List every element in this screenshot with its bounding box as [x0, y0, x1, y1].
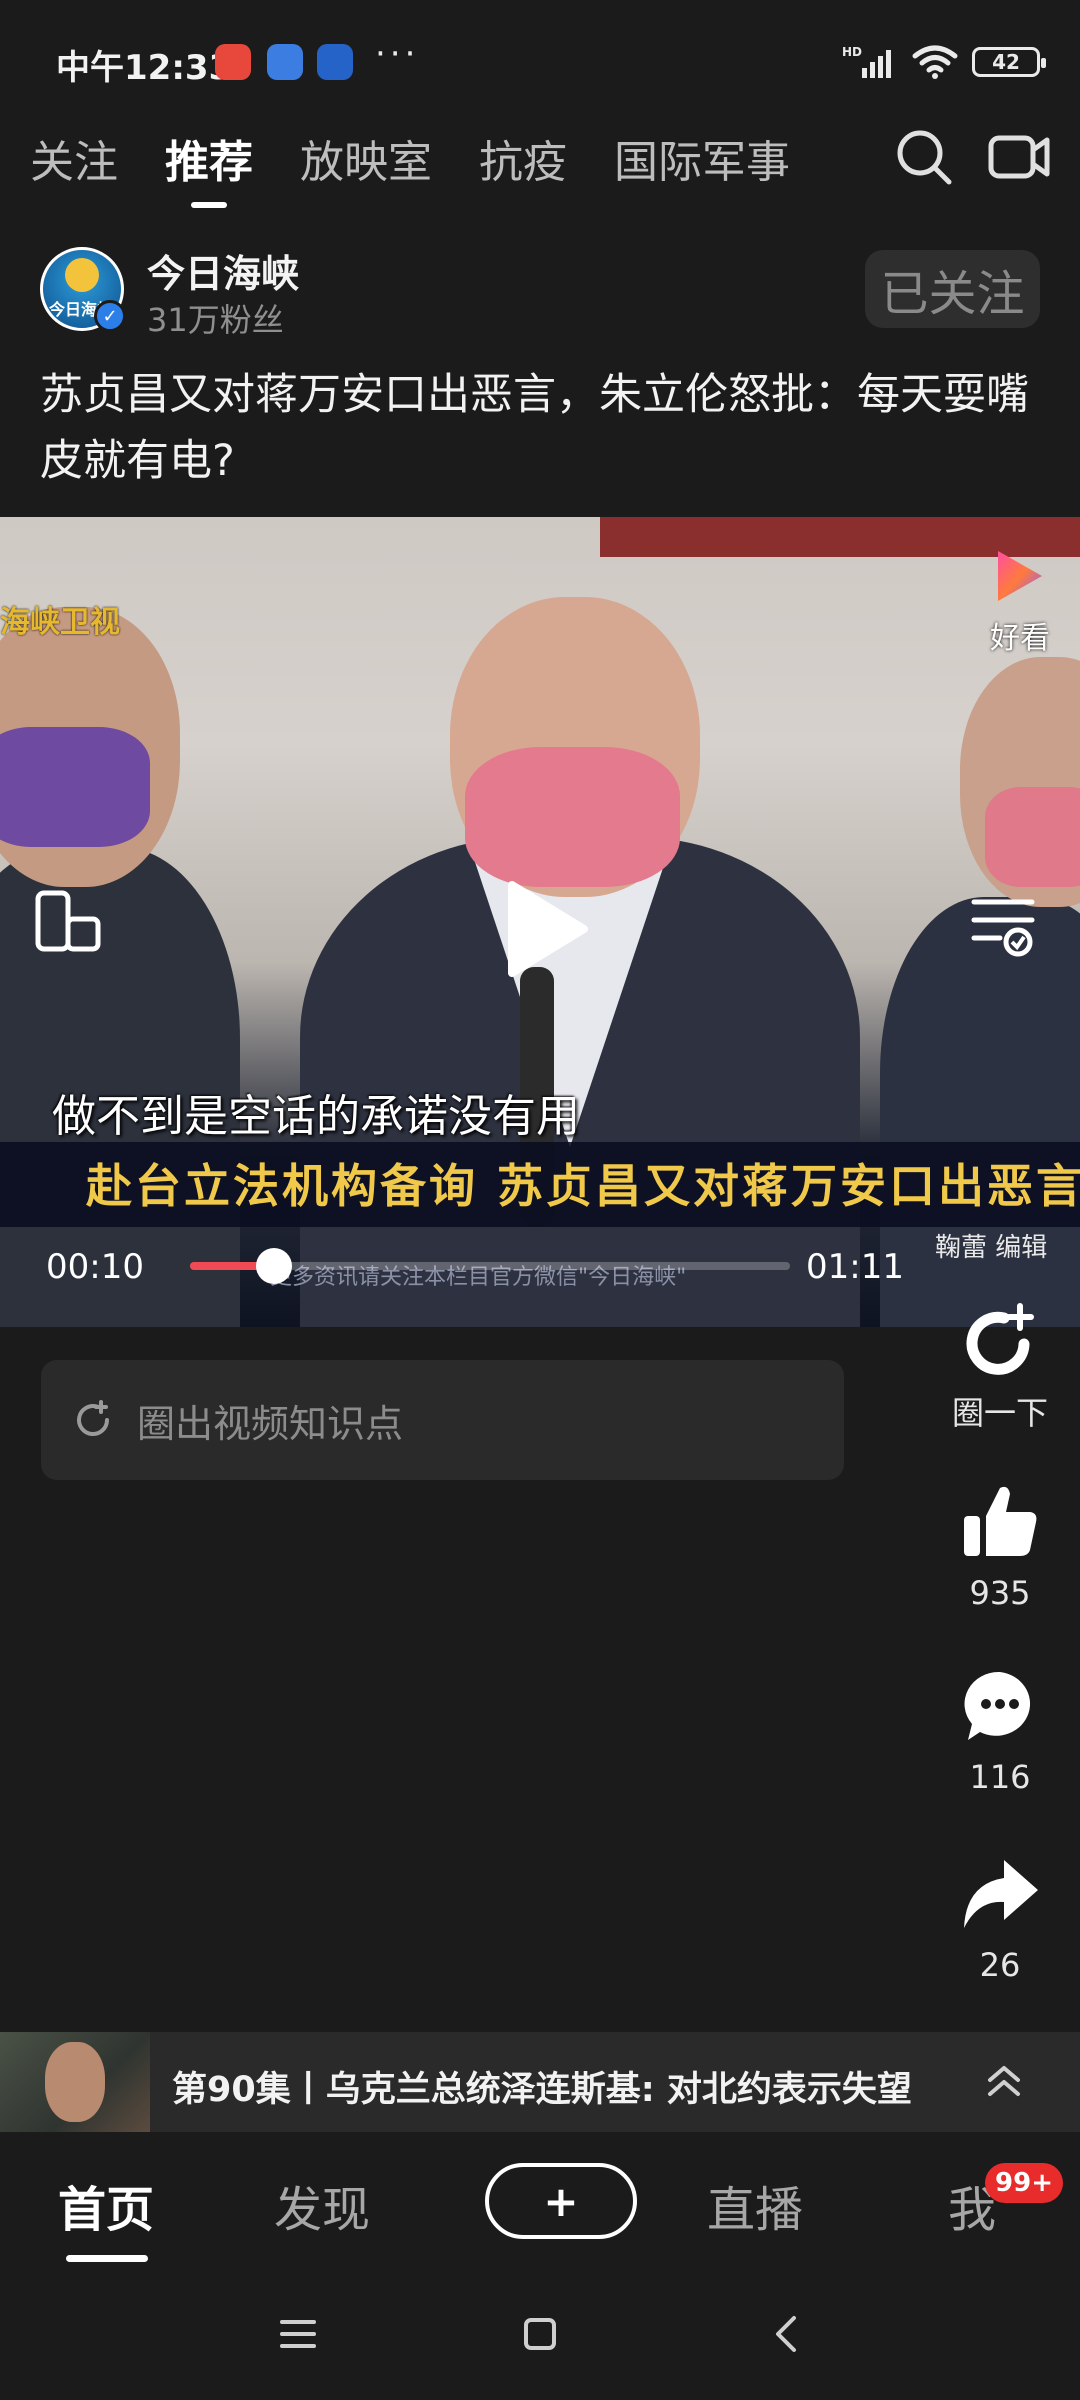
knowledge-placeholder: 圈出视频知识点: [137, 1401, 404, 1446]
author-name[interactable]: 今日海峡: [147, 243, 299, 298]
app-notification-icon: [215, 44, 251, 80]
status-time: 中午12:33: [56, 48, 233, 88]
follow-button[interactable]: 已关注: [865, 250, 1040, 328]
top-tabs: 关注 推荐 放映室 抗疫 国际军事: [30, 120, 837, 208]
status-indicators: HD 42: [842, 42, 1046, 82]
tab-anti-epidemic[interactable]: 抗疫: [479, 126, 567, 190]
circle-label[interactable]: 圈一下: [900, 1388, 1080, 1434]
haokan-logo-icon[interactable]: [990, 547, 1048, 605]
author-fans-count: 31万粉丝: [147, 301, 284, 339]
total-time: 01:11: [806, 1247, 904, 1287]
channel-watermark: 海峡卫视: [0, 605, 120, 640]
nav-home[interactable]: 首页: [58, 2170, 154, 2240]
status-bar: 中午12:33 ··· HD 42: [0, 0, 1080, 125]
like-count: 935: [969, 1574, 1031, 1612]
comment-icon[interactable]: [958, 1664, 1042, 1748]
nav-live[interactable]: 直播: [707, 2170, 803, 2240]
playlist-title[interactable]: 第90集丨乌克兰总统泽连斯基: 对北约表示失望: [172, 2061, 912, 2112]
app-notification-icon: [267, 44, 303, 80]
post-title[interactable]: 苏贞昌又对蒋万安口出恶言，朱立伦怒批：每天耍嘴皮就有电?: [40, 362, 1040, 494]
news-caption: 赴台立法机构备询 苏贞昌又对蒋万安口出恶言: [86, 1159, 1080, 1213]
battery-icon: 42: [972, 47, 1046, 77]
circle-add-icon[interactable]: [958, 1298, 1042, 1382]
tab-recommend[interactable]: 推荐: [165, 126, 253, 208]
thumbnail-person: [45, 2042, 105, 2122]
video-frame-speaker: [465, 747, 680, 887]
notification-badge: 99+: [985, 2163, 1063, 2203]
video-player[interactable]: 海峡卫视 好看 做不到是空话的承诺没有用 赴台立法机构备询 苏贞昌又对蒋万安口出…: [0, 517, 1080, 1327]
knowledge-point-input[interactable]: 圈出视频知识点: [41, 1360, 844, 1480]
nav-active-indicator: [66, 2255, 148, 2262]
play-icon[interactable]: [500, 879, 590, 979]
tab-cinema[interactable]: 放映室: [300, 126, 432, 190]
comment-count: 116: [969, 1758, 1031, 1796]
progress-thumb[interactable]: [256, 1248, 292, 1284]
verified-icon: ✓: [94, 300, 126, 332]
share-count: 26: [979, 1946, 1021, 1984]
playlist-icon[interactable]: [970, 892, 1036, 958]
share-icon[interactable]: [958, 1852, 1042, 1936]
video-frame-person: [985, 787, 1080, 887]
tab-follow[interactable]: 关注: [30, 126, 118, 190]
publish-button[interactable]: +: [485, 2163, 637, 2239]
tab-international-military[interactable]: 国际军事: [614, 126, 790, 190]
video-frame-person: [0, 727, 150, 847]
channel-logo-icon: [65, 258, 99, 292]
menu-icon[interactable]: [276, 2312, 320, 2356]
editor-credit: 鞠蕾 编辑: [935, 1233, 1048, 1263]
refresh-circle-icon: [77, 1400, 109, 1436]
network-label: HD: [842, 45, 862, 59]
playlist-thumbnail[interactable]: [0, 2032, 150, 2132]
nav-discover[interactable]: 发现: [274, 2170, 370, 2240]
video-subtitle: 做不到是空话的承诺没有用: [52, 1091, 580, 1142]
current-time: 00:10: [46, 1247, 144, 1287]
signal-icon: HD: [842, 45, 891, 78]
app-notification-icon: [317, 44, 353, 80]
video-camera-icon[interactable]: [987, 126, 1051, 188]
wifi-icon: [912, 45, 958, 79]
rotate-screen-icon[interactable]: [32, 887, 104, 959]
more-notifications-icon: ···: [375, 34, 420, 74]
haokan-label[interactable]: 好看: [990, 613, 1050, 657]
like-icon[interactable]: [958, 1480, 1042, 1564]
double-chevron-up-icon[interactable]: [980, 2058, 1028, 2106]
search-icon[interactable]: [893, 126, 955, 188]
home-square-icon[interactable]: [518, 2312, 562, 2356]
back-icon[interactable]: [766, 2312, 810, 2356]
